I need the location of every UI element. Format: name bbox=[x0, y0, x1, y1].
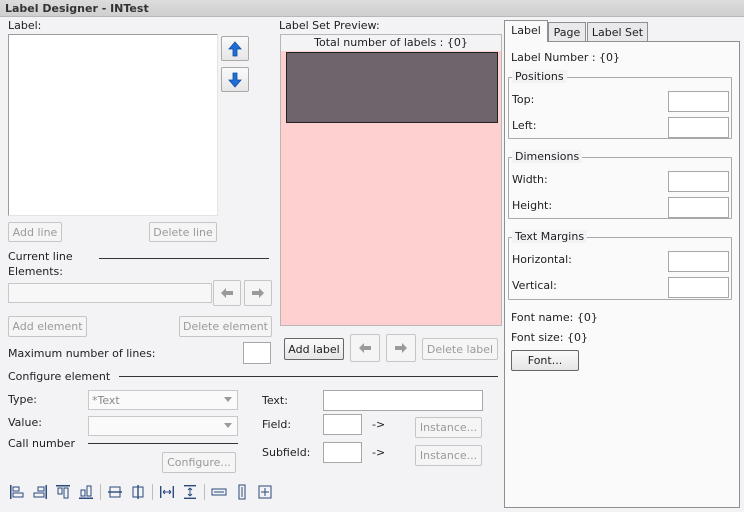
divider bbox=[88, 443, 238, 444]
font-button[interactable]: Font... bbox=[511, 350, 579, 371]
configure-element-label: Configure element bbox=[8, 370, 111, 383]
toolbar-separator bbox=[204, 484, 205, 500]
same-size-icon[interactable] bbox=[256, 483, 274, 501]
arrow-left-icon bbox=[359, 343, 371, 353]
space-horizontal-icon[interactable] bbox=[158, 483, 176, 501]
chevron-down-icon bbox=[224, 397, 232, 402]
label-preview-block[interactable] bbox=[286, 52, 498, 123]
elements-label: Elements: bbox=[8, 265, 63, 278]
vertical-label: Vertical: bbox=[512, 279, 557, 292]
left-field[interactable] bbox=[668, 117, 729, 138]
elements-field[interactable] bbox=[8, 283, 212, 303]
label-left-button[interactable] bbox=[350, 334, 380, 362]
arrow-right-icon bbox=[395, 343, 407, 353]
divider bbox=[119, 376, 498, 377]
vertical-field[interactable] bbox=[668, 277, 729, 298]
move-down-button[interactable] bbox=[221, 67, 249, 92]
element-left-button[interactable] bbox=[213, 280, 241, 306]
call-number-label: Call number bbox=[8, 437, 75, 450]
width-field[interactable] bbox=[668, 171, 729, 192]
toolbar-separator bbox=[152, 484, 153, 500]
field-arrow: -> bbox=[372, 418, 386, 431]
value-label: Value: bbox=[8, 416, 42, 429]
font-size: Font size: {0} bbox=[511, 331, 588, 344]
type-value: *Text bbox=[92, 394, 120, 407]
text-margins-legend: Text Margins bbox=[512, 230, 588, 243]
delete-label-button[interactable]: Delete label bbox=[422, 338, 498, 360]
center-vertical-icon[interactable] bbox=[106, 483, 124, 501]
dimensions-legend: Dimensions bbox=[512, 150, 583, 163]
center-horizontal-icon[interactable] bbox=[129, 483, 147, 501]
tab-label[interactable]: Label bbox=[504, 20, 548, 42]
arrow-up-icon bbox=[228, 40, 242, 56]
subfield-label: Subfield: bbox=[262, 446, 311, 459]
add-element-button[interactable]: Add element bbox=[8, 316, 87, 337]
divider bbox=[99, 258, 269, 259]
horizontal-label: Horizontal: bbox=[512, 253, 572, 266]
add-label-button[interactable]: Add label bbox=[284, 338, 344, 360]
horizontal-field[interactable] bbox=[668, 251, 729, 272]
height-label: Height: bbox=[512, 199, 553, 212]
same-width-icon[interactable] bbox=[210, 483, 228, 501]
subfield-input[interactable] bbox=[323, 442, 362, 463]
tab-join bbox=[505, 40, 547, 42]
width-label: Width: bbox=[512, 173, 548, 186]
field-label: Field: bbox=[262, 418, 292, 431]
top-label: Top: bbox=[512, 93, 535, 106]
align-left-icon[interactable] bbox=[8, 483, 26, 501]
delete-element-button[interactable]: Delete element bbox=[179, 316, 272, 337]
arrow-left-icon bbox=[221, 288, 233, 298]
left-label: Left: bbox=[512, 119, 537, 132]
top-field[interactable] bbox=[668, 91, 729, 112]
label-right-button[interactable] bbox=[386, 334, 416, 362]
height-field[interactable] bbox=[668, 197, 729, 218]
max-lines-label: Maximum number of lines: bbox=[8, 347, 156, 360]
label-set-preview: Total number of labels : {0} bbox=[280, 34, 502, 326]
preview-heading: Label Set Preview: bbox=[279, 19, 380, 32]
font-name: Font name: {0} bbox=[511, 311, 598, 324]
label-heading: Label: bbox=[8, 19, 42, 32]
toolbar-separator bbox=[100, 484, 101, 500]
configure-button[interactable]: Configure... bbox=[162, 452, 236, 473]
subfield-instance-button[interactable]: Instance... bbox=[415, 445, 482, 466]
alignment-toolbar bbox=[8, 481, 280, 503]
total-labels-text: Total number of labels : {0} bbox=[281, 35, 501, 51]
tab-label-set[interactable]: Label Set bbox=[587, 22, 648, 41]
move-up-button[interactable] bbox=[221, 36, 249, 61]
align-top-icon[interactable] bbox=[54, 483, 72, 501]
value-select[interactable] bbox=[88, 416, 238, 436]
type-select[interactable]: *Text bbox=[88, 390, 238, 410]
max-lines-field[interactable] bbox=[243, 342, 271, 364]
positions-legend: Positions bbox=[512, 70, 567, 83]
align-right-icon[interactable] bbox=[31, 483, 49, 501]
chevron-down-icon bbox=[224, 423, 232, 428]
field-input[interactable] bbox=[323, 414, 362, 435]
subfield-arrow: -> bbox=[372, 446, 386, 459]
text-field[interactable] bbox=[323, 390, 483, 411]
label-number: Label Number : {0} bbox=[511, 51, 621, 64]
delete-line-button[interactable]: Delete line bbox=[149, 222, 217, 242]
label-lines-list[interactable] bbox=[8, 34, 218, 216]
add-line-button[interactable]: Add line bbox=[8, 222, 62, 242]
text-label: Text: bbox=[262, 394, 288, 407]
space-vertical-icon[interactable] bbox=[181, 483, 199, 501]
arrow-right-icon bbox=[252, 288, 264, 298]
tab-page[interactable]: Page bbox=[548, 22, 586, 41]
field-instance-button[interactable]: Instance... bbox=[415, 417, 482, 438]
same-height-icon[interactable] bbox=[233, 483, 251, 501]
type-label: Type: bbox=[8, 393, 37, 406]
align-bottom-icon[interactable] bbox=[77, 483, 95, 501]
element-right-button[interactable] bbox=[244, 280, 272, 306]
window-title: Label Designer - INTest bbox=[0, 0, 744, 17]
current-line-label: Current line bbox=[8, 250, 73, 263]
arrow-down-icon bbox=[228, 72, 242, 88]
